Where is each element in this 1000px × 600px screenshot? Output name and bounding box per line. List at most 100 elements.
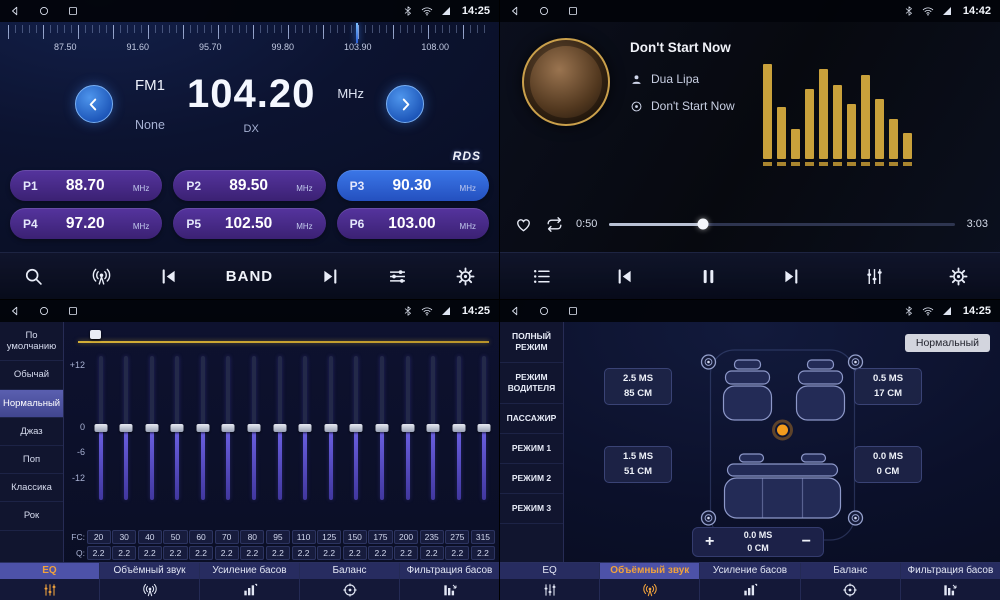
eq-slider-knob[interactable] <box>171 424 184 432</box>
eq-band-slider[interactable] <box>145 356 158 500</box>
eq-band-slider[interactable] <box>248 356 261 500</box>
tab-eq[interactable]: EQ <box>500 563 600 600</box>
tab-filter[interactable]: Фильтрация басов <box>400 563 499 600</box>
eq-band-slider[interactable] <box>452 356 465 500</box>
settings-gear-icon[interactable] <box>948 266 969 287</box>
eq-band-slider[interactable] <box>299 356 312 500</box>
eq-band-slider[interactable] <box>222 356 235 500</box>
master-level-slider[interactable] <box>78 329 489 347</box>
repeat-icon[interactable] <box>545 215 564 234</box>
home-icon[interactable] <box>538 305 550 317</box>
eq-band-slider[interactable] <box>401 356 414 500</box>
preset-button-p2[interactable]: P289.50MHz <box>173 170 325 201</box>
recents-icon[interactable] <box>67 5 79 17</box>
eq-slider-knob[interactable] <box>401 424 414 432</box>
equalizer-mixer-icon[interactable] <box>864 266 885 287</box>
eq-slider-knob[interactable] <box>324 424 337 432</box>
preset-button-p4[interactable]: P497.20MHz <box>10 208 162 239</box>
previous-track-icon[interactable] <box>614 266 635 287</box>
home-icon[interactable] <box>538 5 550 17</box>
eq-band-slider[interactable] <box>324 356 337 500</box>
preset-button-p1[interactable]: P188.70MHz <box>10 170 162 201</box>
eq-preset-item[interactable]: Нормальный <box>0 390 63 418</box>
seek-up-button[interactable] <box>386 85 424 123</box>
sound-profile-button[interactable]: Нормальный <box>905 334 990 352</box>
eq-slider-knob[interactable] <box>196 424 209 432</box>
band-button[interactable]: BAND <box>226 268 273 285</box>
listening-mode-item[interactable]: РЕЖИМ 1 <box>500 434 563 464</box>
eq-band-slider[interactable] <box>427 356 440 500</box>
eq-preset-item[interactable]: Классика <box>0 474 63 502</box>
frequency-ruler[interactable]: 87.5091.6095.7099.80103.90108.00 <box>8 25 491 61</box>
next-station-icon[interactable] <box>320 266 341 287</box>
listening-mode-item[interactable]: РЕЖИМ ВОДИТЕЛЯ <box>500 363 563 404</box>
eq-slider-knob[interactable] <box>120 424 133 432</box>
eq-band-slider[interactable] <box>120 356 133 500</box>
eq-band-slider[interactable] <box>478 356 491 500</box>
eq-slider-knob[interactable] <box>94 424 107 432</box>
eq-band-slider[interactable] <box>94 356 107 500</box>
playlist-icon[interactable] <box>531 266 552 287</box>
next-track-icon[interactable] <box>781 266 802 287</box>
search-icon[interactable] <box>23 266 44 287</box>
eq-slider-knob[interactable] <box>478 424 491 432</box>
station-scan-icon[interactable] <box>91 266 112 287</box>
home-icon[interactable] <box>38 5 50 17</box>
eq-slider-knob[interactable] <box>427 424 440 432</box>
listening-mode-item[interactable]: РЕЖИМ 2 <box>500 464 563 494</box>
progress-knob[interactable] <box>697 219 708 230</box>
tab-surround[interactable]: Объёмный звук <box>100 563 200 600</box>
back-icon[interactable] <box>9 5 21 17</box>
listening-mode-item[interactable]: ПАССАЖИР <box>500 404 563 434</box>
eq-band-slider[interactable] <box>273 356 286 500</box>
eq-preset-item[interactable]: По умолчанию <box>0 322 63 361</box>
eq-preset-item[interactable]: Поп <box>0 446 63 474</box>
tab-filter[interactable]: Фильтрация басов <box>901 563 1000 600</box>
master-slider-handle[interactable] <box>90 330 101 339</box>
eq-slider-knob[interactable] <box>273 424 286 432</box>
seek-down-button[interactable] <box>75 85 113 123</box>
back-icon[interactable] <box>509 5 521 17</box>
eq-slider-knob[interactable] <box>299 424 312 432</box>
progress-bar[interactable] <box>609 223 954 226</box>
preset-button-p3[interactable]: P390.30MHz <box>337 170 489 201</box>
listening-mode-item[interactable]: РЕЖИМ 3 <box>500 494 563 524</box>
eq-band-slider[interactable] <box>376 356 389 500</box>
eq-slider-knob[interactable] <box>376 424 389 432</box>
front-right-delay-box[interactable]: 0.5 MS 17 CM <box>854 368 922 405</box>
tune-sliders-icon[interactable] <box>387 266 408 287</box>
settings-gear-icon[interactable] <box>455 266 476 287</box>
eq-slider-knob[interactable] <box>145 424 158 432</box>
rear-right-delay-box[interactable]: 0.0 MS 0 CM <box>854 446 922 483</box>
home-icon[interactable] <box>38 305 50 317</box>
eq-slider-knob[interactable] <box>248 424 261 432</box>
recents-icon[interactable] <box>567 5 579 17</box>
back-icon[interactable] <box>9 305 21 317</box>
eq-preset-item[interactable]: Рок <box>0 502 63 530</box>
tab-bass-boost[interactable]: Усиление басов <box>700 563 800 600</box>
tab-balance[interactable]: Баланс <box>801 563 901 600</box>
eq-slider-knob[interactable] <box>222 424 235 432</box>
listening-mode-item[interactable]: ПОЛНЫЙ РЕЖИМ <box>500 322 563 363</box>
pause-icon[interactable] <box>698 266 719 287</box>
increase-delay-button[interactable]: + <box>703 534 716 550</box>
rear-left-delay-box[interactable]: 1.5 MS 51 CM <box>604 446 672 483</box>
tab-balance[interactable]: Баланс <box>300 563 400 600</box>
eq-band-slider[interactable] <box>196 356 209 500</box>
back-icon[interactable] <box>509 305 521 317</box>
tab-surround[interactable]: Объёмный звук <box>600 563 700 600</box>
preset-button-p6[interactable]: P6103.00MHz <box>337 208 489 239</box>
front-left-delay-box[interactable]: 2.5 MS 85 CM <box>604 368 672 405</box>
eq-band-slider[interactable] <box>171 356 184 500</box>
previous-station-icon[interactable] <box>158 266 179 287</box>
eq-slider-knob[interactable] <box>452 424 465 432</box>
tab-bass-boost[interactable]: Усиление басов <box>200 563 300 600</box>
eq-band-slider[interactable] <box>350 356 363 500</box>
decrease-delay-button[interactable]: − <box>800 534 813 550</box>
recents-icon[interactable] <box>67 305 79 317</box>
eq-preset-item[interactable]: Джаз <box>0 418 63 446</box>
recents-icon[interactable] <box>567 305 579 317</box>
favorite-heart-icon[interactable] <box>514 215 533 234</box>
preset-button-p5[interactable]: P5102.50MHz <box>173 208 325 239</box>
eq-preset-item[interactable]: Обычай <box>0 361 63 389</box>
